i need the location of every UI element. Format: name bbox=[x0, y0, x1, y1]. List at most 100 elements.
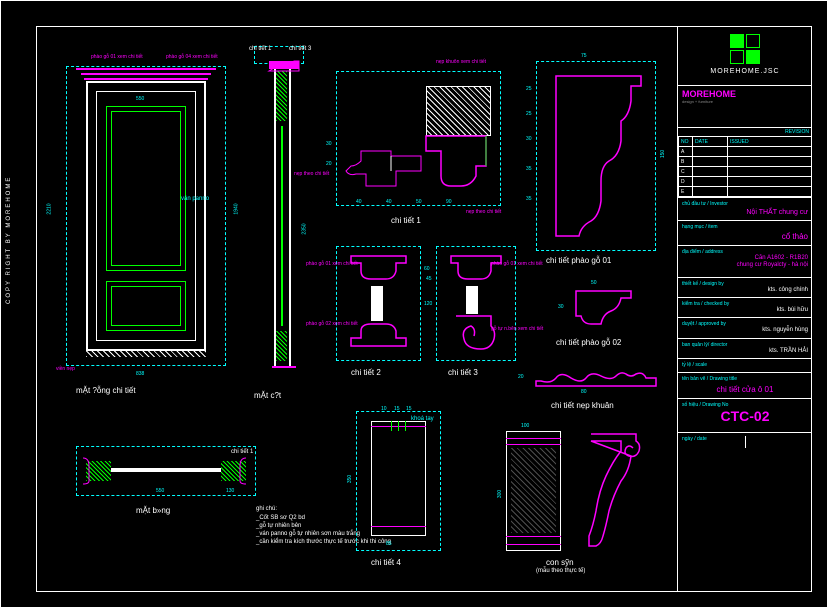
m1-150: 150 bbox=[660, 150, 666, 158]
rev-c: C bbox=[679, 167, 693, 177]
cf-4 bbox=[506, 544, 561, 545]
d4-l2 bbox=[371, 526, 426, 527]
dim-h: 2210 bbox=[47, 203, 53, 214]
title-block: MOREHOME.JSC MOREHOME design + furniture… bbox=[677, 26, 812, 592]
lbl-p04: phào gỗ 04 xem chi tiết bbox=[166, 54, 218, 60]
sec-top bbox=[276, 71, 287, 121]
item-row: hạng mục / item cổ thảo bbox=[678, 221, 812, 246]
rev-h-date: DATE bbox=[693, 137, 728, 147]
view-plan: mẶt b»ng 550 130 chi tiết 1 bbox=[76, 446, 266, 526]
lbl-p01: phào gỗ 01 xem chi tiết bbox=[91, 54, 143, 60]
view-detail3: chi tiết 3 phào gỗ 01 xem chi tiết gỗ tự… bbox=[436, 246, 521, 386]
cf-body bbox=[511, 448, 556, 533]
d4-body bbox=[371, 421, 426, 536]
d3-45: 45 bbox=[426, 276, 432, 282]
dwgt-val: chi tiết cửa ô 01 bbox=[682, 385, 808, 395]
d4-v3 bbox=[405, 421, 406, 431]
rev-a: A bbox=[679, 147, 693, 157]
design-val: kts. công chính bbox=[682, 287, 808, 294]
plan-mold-l bbox=[81, 456, 116, 486]
m1-25a: 25 bbox=[526, 86, 532, 92]
lbl-van: ván panno bbox=[181, 196, 209, 202]
m2-30: 30 bbox=[558, 304, 564, 310]
note-hdr: ghi chú: bbox=[256, 506, 277, 512]
d4-khoa: khoá tay bbox=[411, 416, 434, 422]
project-val: Nội THẤT chung cư bbox=[682, 209, 808, 217]
design-row: thiết kế / design by kts. công chính bbox=[678, 278, 812, 298]
cornice-2 bbox=[81, 73, 211, 75]
dim-pw: 550 bbox=[156, 488, 164, 494]
rev-b: B bbox=[679, 157, 693, 167]
sec-floor bbox=[272, 366, 296, 368]
mgr-row: ban quản lý/ director kts. TRẦN HẢI bbox=[678, 339, 812, 359]
view-detail2: chi tiết 2 phào gỗ 01 xem chi tiết phào … bbox=[336, 246, 426, 386]
cf-3 bbox=[506, 536, 561, 537]
view-detail1: chi tiết 1 nẹp khuôn xem chi tiết nẹp th… bbox=[336, 71, 506, 231]
revision-block: REVISION NODATEISSUED A B C D E bbox=[678, 128, 812, 198]
console-side bbox=[581, 426, 651, 556]
copyright-text: COPY RIGHT BY MOREHOME bbox=[6, 176, 12, 304]
plan-mold-r bbox=[216, 456, 251, 486]
m1-75: 75 bbox=[581, 53, 587, 59]
d3-stile bbox=[466, 286, 478, 314]
panel-top-in bbox=[111, 111, 181, 266]
d2-60: 60 bbox=[424, 266, 430, 272]
drawing-area: mẶt ?ỗng chi tiết viền nẹp 2210 1940 838… bbox=[36, 26, 676, 592]
check-val: kts. bùi hữu bbox=[682, 307, 808, 314]
d1-40: 40 bbox=[356, 199, 362, 205]
cap-d3: chi tiết 3 bbox=[448, 368, 478, 377]
dim-130: 130 bbox=[226, 488, 234, 494]
addr-val: Căn A1602 - R1B20 chung cư Royalcty - hà… bbox=[682, 255, 808, 269]
sec-jamb-r bbox=[289, 66, 291, 366]
title-row: tên bản vẽ / Drawing title chi tiết cửa … bbox=[678, 373, 812, 399]
cap-d1: chi tiết 1 bbox=[391, 216, 421, 225]
d4-v2 bbox=[398, 421, 399, 431]
view-console: con sỹn (mẫu theo thực tế) 100 300 bbox=[496, 426, 666, 576]
view-elevation: mẶt ?ỗng chi tiết viền nẹp 2210 1940 838… bbox=[66, 56, 236, 416]
d2-p02: phào gỗ 02 xem chi tiết bbox=[306, 321, 358, 327]
d4-t1: 10 bbox=[381, 406, 387, 412]
view-mold2: chi tiết phào gỗ 02 50 30 bbox=[556, 286, 651, 356]
dwgno-val: CTC-02 bbox=[682, 408, 808, 425]
d1-50: 50 bbox=[416, 199, 422, 205]
approve-row: duyệt / approved by kts. nguyễn hùng bbox=[678, 318, 812, 338]
cap-d4: chi tiết 4 bbox=[371, 558, 401, 567]
d1-nep: nẹp theo chi tiết bbox=[466, 209, 501, 215]
d4-350: 350 bbox=[347, 475, 353, 483]
m1-35b: 35 bbox=[526, 196, 532, 202]
cap-d2: chi tiết 2 bbox=[351, 368, 381, 377]
company-logo bbox=[730, 34, 760, 64]
note-1: _Cốt SB sơ Q2 bd bbox=[256, 515, 305, 521]
sec-leaf bbox=[281, 126, 283, 326]
rev-h-iss: ISSUED bbox=[728, 137, 812, 147]
d3-tuong: gỗ tự n.bên xem chi tiết bbox=[491, 326, 543, 332]
cf-2 bbox=[506, 444, 561, 445]
d4-t2: 15 bbox=[394, 406, 400, 412]
client-row: chủ đầu tư / Investor Nội THẤT chung cư bbox=[678, 198, 812, 221]
item-lbl: hạng mục / item bbox=[682, 224, 808, 230]
dim-550: 550 bbox=[136, 96, 144, 102]
plan-leaf bbox=[111, 468, 221, 472]
m2-profile bbox=[571, 286, 641, 336]
sec-bot bbox=[276, 331, 287, 361]
lbl-chi1: chi tiết 1 bbox=[231, 449, 253, 455]
dwgt-lbl: tên bản vẽ / Drawing title bbox=[682, 376, 808, 382]
cf-1 bbox=[506, 438, 561, 439]
panel-bot-in bbox=[111, 286, 181, 326]
m2-50: 50 bbox=[591, 280, 597, 286]
lbl-ct1: chi tiết 1 bbox=[249, 46, 271, 52]
date-lbl: ngày / date bbox=[682, 436, 745, 448]
scale-row: tỷ lệ / scale bbox=[678, 359, 812, 373]
lbl-nep: nẹp theo chi tiết bbox=[294, 171, 329, 177]
d1-leaf bbox=[341, 146, 426, 201]
c-300: 300 bbox=[497, 490, 503, 498]
cap-elev: mẶt ?ỗng chi tiết bbox=[76, 386, 136, 395]
revision-table: NODATEISSUED A B C D E bbox=[678, 136, 812, 197]
c-100: 100 bbox=[521, 423, 529, 429]
d1-nepk: nẹp khuôn xem chi tiết bbox=[436, 59, 486, 65]
dwgno-row: số hiệu / Drawing No CTC-02 bbox=[678, 399, 812, 433]
cap-console: con sỹn bbox=[546, 558, 574, 567]
m1-35: 35 bbox=[526, 166, 532, 172]
cap-console-sub: (mẫu theo thực tế) bbox=[536, 568, 585, 574]
dim-ht: 2350 bbox=[302, 223, 308, 234]
